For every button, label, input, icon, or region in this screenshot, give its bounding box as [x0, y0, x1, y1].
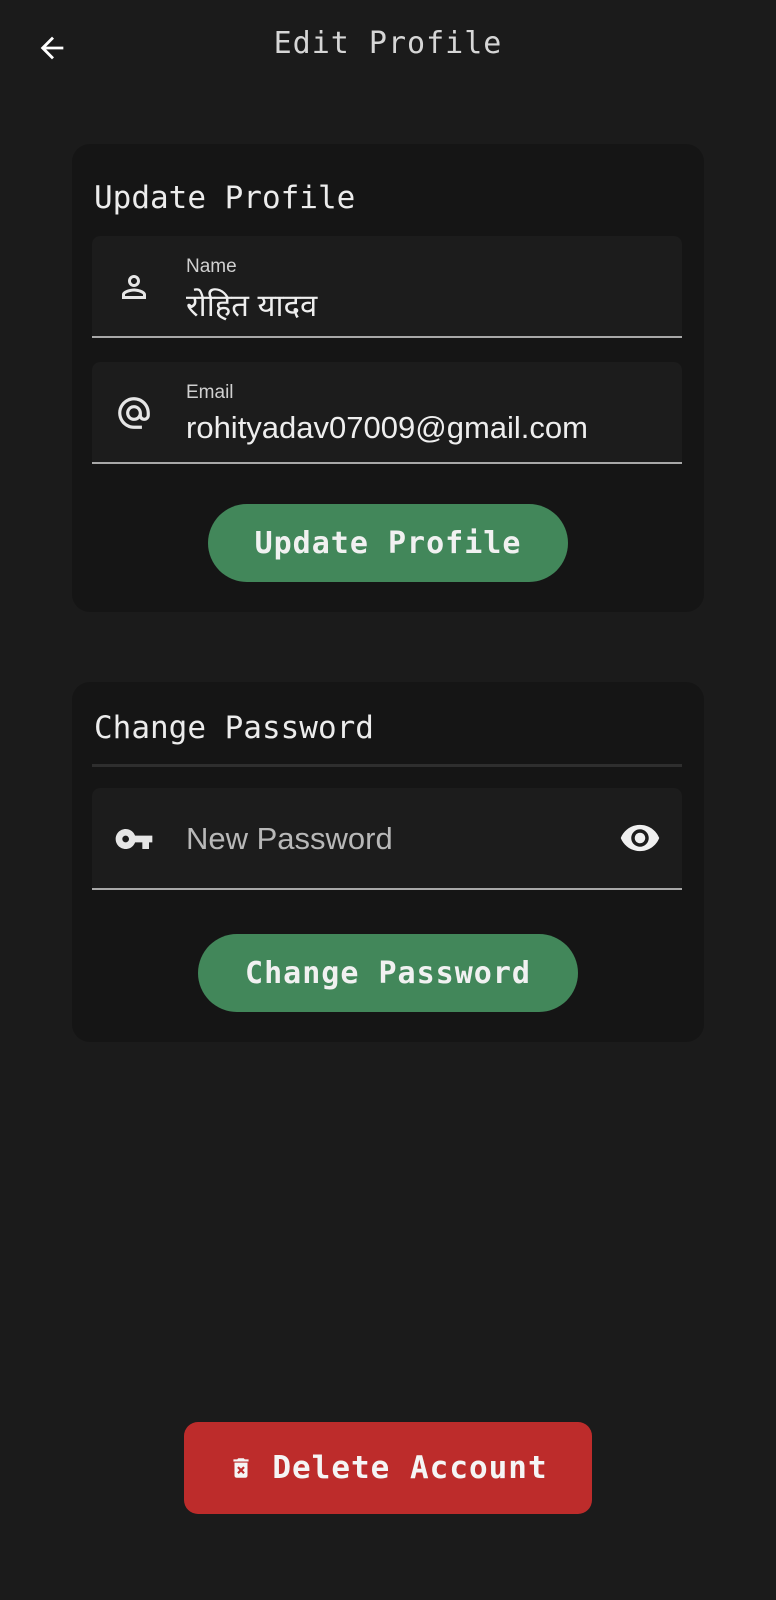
update-profile-heading: Update Profile [94, 180, 356, 216]
toggle-password-visibility-button[interactable] [618, 818, 662, 858]
change-password-card: Change Password New Password Change Pass… [72, 682, 704, 1042]
delete-account-button[interactable]: Delete Account [184, 1422, 592, 1514]
new-password-placeholder[interactable]: New Password [186, 821, 393, 857]
email-field-value[interactable]: rohityadav07009@gmail.com [186, 410, 588, 446]
update-profile-card: Update Profile Name रोहित यादव Email roh… [72, 144, 704, 612]
app-bar: Edit Profile [0, 0, 776, 96]
key-icon [114, 821, 154, 857]
person-icon [114, 269, 154, 305]
trash-icon [233, 1458, 249, 1478]
page-title: Edit Profile [273, 26, 503, 61]
section-divider [92, 764, 682, 767]
new-password-field[interactable]: New Password [92, 788, 682, 890]
eye-icon [620, 824, 660, 852]
change-password-heading: Change Password [94, 710, 374, 746]
at-sign-icon [114, 395, 154, 431]
name-field[interactable]: Name रोहित यादव [92, 236, 682, 338]
name-field-label: Name [186, 256, 237, 277]
email-field[interactable]: Email rohityadav07009@gmail.com [92, 362, 682, 464]
change-password-button[interactable]: Change Password [198, 934, 578, 1012]
update-profile-button[interactable]: Update Profile [208, 504, 568, 582]
email-field-label: Email [186, 382, 234, 403]
delete-account-label: Delete Account [272, 1450, 548, 1486]
name-field-value[interactable]: रोहित यादव [186, 284, 317, 326]
